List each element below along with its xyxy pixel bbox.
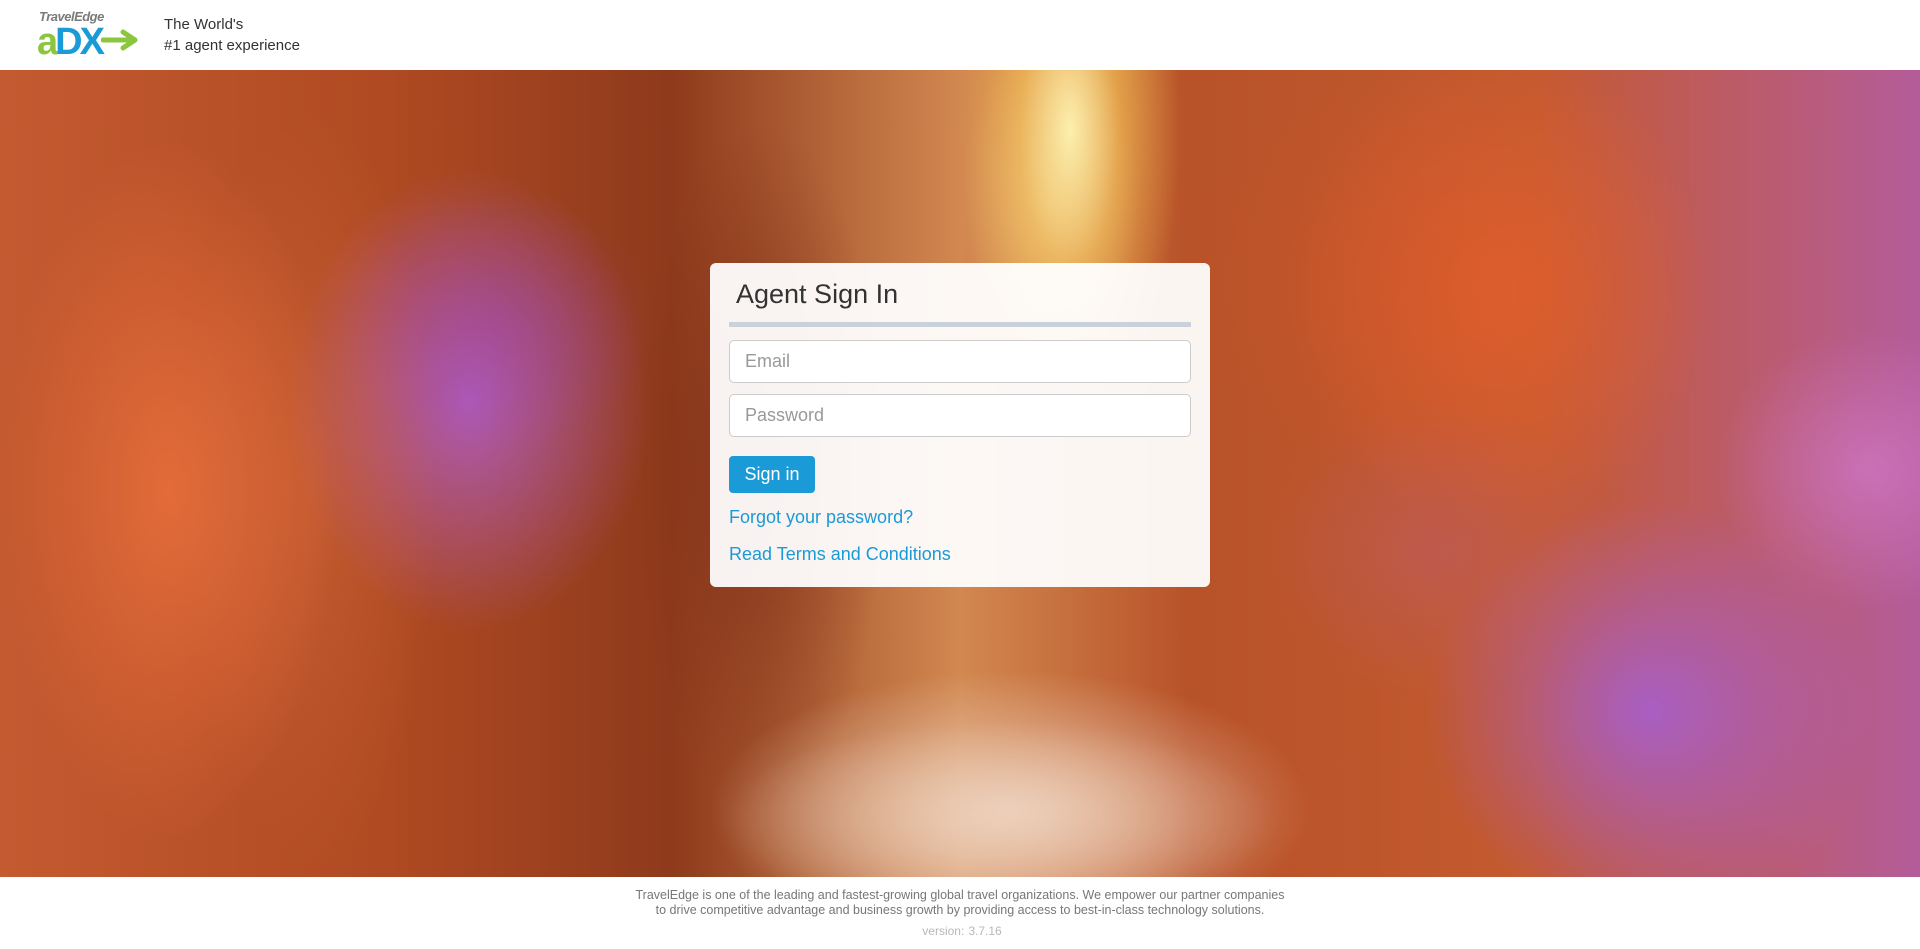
sign-in-button[interactable]: Sign in — [729, 456, 815, 493]
terms-and-conditions-link[interactable]: Read Terms and Conditions — [729, 544, 951, 565]
footer-line-1: TravelEdge is one of the leading and fas… — [635, 888, 1285, 902]
rock-streak — [1260, 400, 1620, 700]
logo-wordmark: aDX — [37, 21, 105, 63]
header-tagline: The World's #1 agent experience — [164, 14, 300, 56]
arrow-right-icon — [101, 29, 138, 51]
version-label: version: 3.7.16 — [0, 924, 1920, 938]
agent-signin-panel: Agent Sign In Sign in Forgot your passwo… — [710, 263, 1210, 587]
logo-letter-a: a — [37, 21, 58, 63]
header: TravelEdge aDX The World's #1 agent expe… — [0, 0, 1920, 70]
footer: TravelEdge is one of the leading and fas… — [0, 877, 1920, 949]
forgot-password-link[interactable]: Forgot your password? — [729, 507, 913, 528]
footer-description: TravelEdge is one of the leading and fas… — [0, 888, 1920, 918]
sand-floor — [720, 720, 1280, 877]
tagline-line-1: The World's — [164, 16, 244, 33]
rock-streak — [330, 190, 660, 450]
traveledge-adx-logo[interactable]: TravelEdge aDX — [37, 9, 141, 61]
logo-letters-dx: DX — [55, 21, 105, 63]
password-input[interactable] — [729, 394, 1191, 437]
version-number: 3.7.16 — [968, 924, 1002, 938]
footer-line-2: to drive competitive advantage and busin… — [655, 903, 1265, 917]
title-divider — [729, 322, 1191, 327]
version-prefix: version: — [922, 924, 965, 938]
tagline-line-2: #1 agent experience — [164, 37, 300, 54]
email-input[interactable] — [729, 340, 1191, 383]
signin-title: Agent Sign In — [736, 279, 899, 309]
